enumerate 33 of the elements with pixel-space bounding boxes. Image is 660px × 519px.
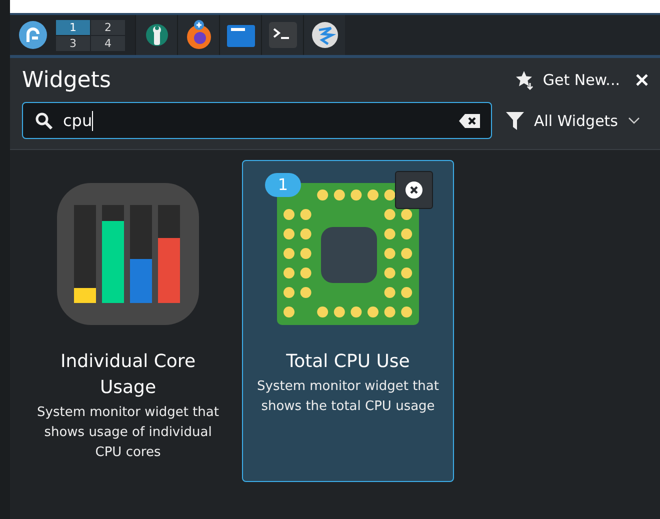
chevron-down-icon	[628, 116, 640, 124]
task-button[interactable]	[303, 15, 345, 55]
get-new-button[interactable]: Get New...	[514, 70, 620, 90]
widget-name: Individual Core Usage	[59, 350, 197, 400]
desktop-button[interactable]: 4	[91, 36, 125, 50]
clear-icon[interactable]	[459, 112, 481, 128]
search-field[interactable]: cpu	[22, 102, 492, 139]
widget-name: Total CPU Use	[285, 350, 411, 374]
panel-title: Widgets	[22, 68, 112, 92]
close-icon	[405, 181, 423, 199]
search-icon	[35, 112, 53, 130]
task-button[interactable]	[219, 15, 261, 55]
widget-card[interactable]: Individual Core Usage System monitor widget that shows usage of individual CPU cores	[22, 160, 234, 482]
task-button[interactable]	[135, 15, 177, 55]
widget-description: System monitor widget that shows usage of individual CPU cores	[36, 404, 220, 462]
desktop-button[interactable]: 3	[56, 36, 90, 50]
bar-meter-icon	[57, 183, 199, 325]
terminal-icon	[268, 22, 296, 48]
remove-button[interactable]	[395, 171, 433, 209]
filter-dropdown[interactable]: All Widgets	[506, 110, 640, 130]
desktop-button[interactable]: 1	[56, 20, 90, 34]
filter-icon	[506, 110, 524, 130]
instance-count: 1	[265, 173, 301, 197]
bird-icon	[310, 21, 338, 49]
task-button[interactable]	[177, 15, 219, 55]
close-icon[interactable]	[636, 74, 648, 86]
widget-card[interactable]: 1 Total CPU Use System monitor widget that shows the total CPU usage	[242, 160, 454, 482]
launcher-icon[interactable]	[18, 20, 48, 50]
folder-icon	[226, 23, 254, 47]
task-button[interactable]	[261, 15, 303, 55]
star-icon	[514, 70, 535, 90]
widget-description: System monitor widget that shows the total CPU usage	[256, 378, 440, 416]
desktop-button[interactable]: 2	[91, 20, 125, 34]
